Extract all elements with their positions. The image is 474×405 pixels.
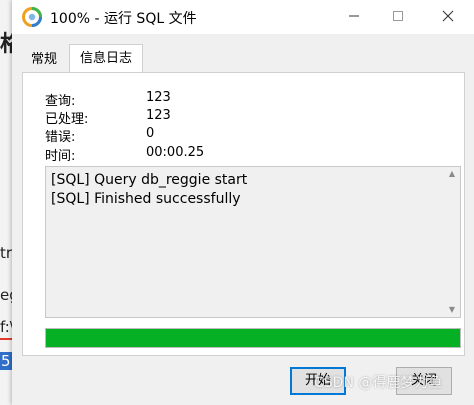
navicat-logo-icon [22,7,42,27]
log-line: [SQL] Query db_reggie start [51,172,248,188]
close-window-button[interactable] [436,5,460,29]
title-bar[interactable]: 100% - 运行 SQL 文件 [12,0,474,34]
processed-label: 已处理: [45,112,89,127]
query-label: 查询: [45,94,76,109]
errors-value: 0 [146,126,155,141]
minimize-button[interactable] [342,5,366,29]
log-scrollbar[interactable]: ▲ ▼ [444,167,460,317]
log-lines: [SQL] Query db_reggie start [SQL] Finish… [51,171,441,209]
watermark: CSDN @得鹿梦为鱼 [314,375,443,391]
window-title: 100% - 运行 SQL 文件 [50,11,197,27]
tab-general[interactable]: 常规 [22,48,66,72]
minimize-icon [349,15,359,17]
processed-value: 123 [146,108,171,123]
close-icon [442,10,454,22]
tab-message-log[interactable]: 信息日志 [69,44,143,73]
scroll-down-arrow-icon[interactable]: ▼ [444,303,460,317]
maximize-button[interactable] [386,5,410,29]
log-line: [SQL] Finished successfully [51,191,241,207]
scroll-up-arrow-icon[interactable]: ▲ [444,167,460,181]
time-label: 时间: [45,149,76,164]
log-output[interactable]: [SQL] Query db_reggie start [SQL] Finish… [45,166,461,318]
background-text-fragment: 5 [0,352,12,370]
run-sql-dialog: 100% - 运行 SQL 文件 常规 信息日志 查询: 123 已处理: 12… [12,0,474,405]
query-value: 123 [146,90,171,105]
errors-label: 错误: [45,130,76,145]
progress-fill [46,329,460,347]
progress-bar [45,328,461,348]
message-log-panel: 查询: 123 已处理: 123 错误: 0 时间: 00:00.25 [SQL… [22,72,465,356]
background-text-fragment: tr [0,244,13,262]
maximize-icon [393,11,403,21]
time-value: 00:00.25 [146,145,205,160]
